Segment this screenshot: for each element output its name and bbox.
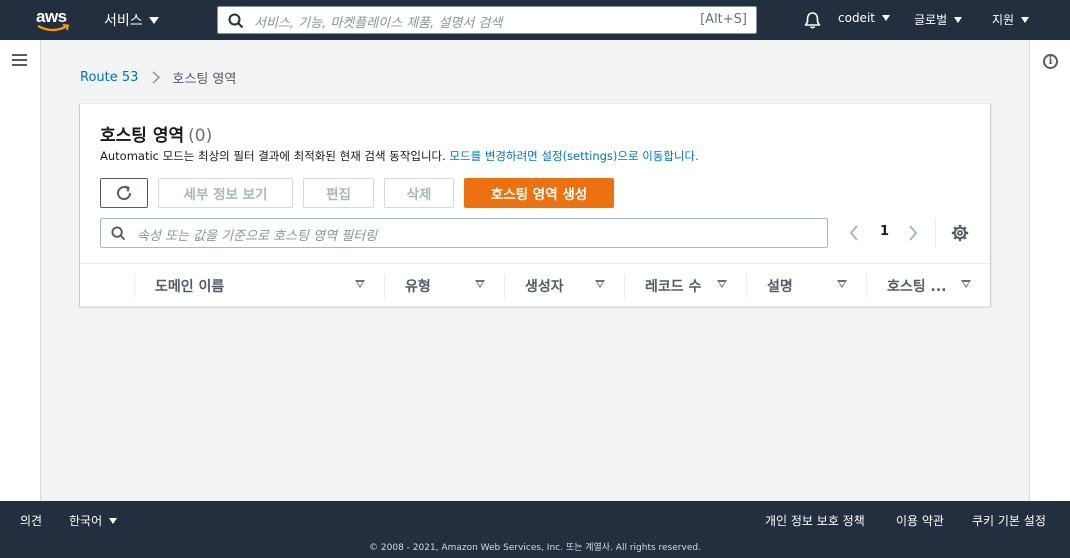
panel-description: Automatic 모드는 최상의 필터 결과에 최적화된 현재 검색 동작입니… (100, 148, 699, 164)
aws-logo[interactable]: aws (36, 8, 76, 34)
left-navigation-rail (0, 40, 41, 501)
chevron-right-icon (152, 71, 161, 84)
sort-icon (355, 280, 365, 288)
column-label: 도메인 이름 (155, 279, 225, 295)
filter-placeholder: 속성 또는 값을 기준으로 호스팅 영역 필터링 (137, 229, 378, 244)
hosted-zones-panel: 호스팅 영역 (0) Automatic 모드는 최상의 필터 결과에 최적화된 … (80, 103, 990, 307)
terms-link[interactable]: 이용 약관 (896, 512, 944, 529)
search-shortcut: [Alt+S] (700, 12, 747, 27)
services-label: 서비스 (104, 13, 143, 29)
column-header-type[interactable]: 유형 (384, 264, 504, 306)
caret-down-icon (148, 16, 159, 24)
edit-button[interactable]: 편집 (303, 178, 374, 208)
column-header-record-count[interactable]: 레코드 수 (624, 264, 746, 306)
sort-icon (475, 280, 485, 288)
page-title: 호스팅 영역 (0) (100, 121, 212, 146)
support-menu[interactable]: 지원 (992, 11, 1030, 28)
refresh-icon (117, 185, 132, 201)
breadcrumb-current: 호스팅 영역 (172, 72, 237, 87)
hosted-zone-filter-input[interactable]: 속성 또는 값을 기준으로 호스팅 영역 필터링 (100, 218, 828, 248)
column-header-hosted-zone[interactable]: 호스팅 ... (866, 264, 990, 306)
gear-icon[interactable] (951, 224, 969, 242)
right-tools-rail: i (1029, 40, 1070, 501)
search-placeholder: 서비스, 기능, 마켓플레이스 제품, 설명서 검색 (254, 16, 503, 31)
global-search-input[interactable]: 서비스, 기능, 마켓플레이스 제품, 설명서 검색 [Alt+S] (217, 6, 757, 34)
cookie-preferences-link[interactable]: 쿠키 기본 설정 (972, 512, 1046, 529)
notification-bell-icon[interactable] (804, 11, 821, 29)
column-label: 레코드 수 (645, 279, 702, 295)
column-divider (624, 274, 625, 298)
info-icon[interactable]: i (1043, 54, 1058, 69)
breadcrumb: Route 53 호스팅 영역 (80, 68, 236, 87)
sort-icon (595, 280, 605, 288)
column-label: 호스팅 ... (887, 279, 947, 295)
refresh-button[interactable] (100, 178, 148, 208)
column-divider (134, 274, 135, 298)
region-label: 글로벌 (914, 13, 948, 27)
delete-button[interactable]: 삭제 (384, 178, 454, 208)
column-divider (746, 274, 747, 298)
caret-down-icon (954, 16, 963, 23)
column-label: 유형 (405, 279, 431, 295)
feedback-link[interactable]: 의견 (20, 512, 42, 529)
caret-down-icon (109, 517, 118, 524)
breadcrumb-route53-link[interactable]: Route 53 (80, 70, 138, 85)
sort-icon (837, 280, 847, 288)
item-count: (0) (188, 126, 213, 146)
panel-title: 호스팅 영역 (100, 126, 185, 146)
next-page-icon[interactable] (908, 225, 918, 241)
description-text: Automatic 모드는 최상의 필터 결과에 최적화된 현재 검색 동작입니… (100, 149, 450, 163)
top-navigation: aws 서비스 서비스, 기능, 마켓플레이스 제품, 설명서 검색 [Alt+… (0, 0, 1070, 40)
caret-down-icon (1021, 16, 1030, 23)
aws-logo-text: aws (36, 7, 67, 26)
column-header-created-by[interactable]: 생성자 (504, 264, 624, 306)
column-divider (504, 274, 505, 298)
sort-icon (717, 280, 727, 288)
current-page-number[interactable]: 1 (880, 224, 889, 239)
menu-icon[interactable] (12, 54, 27, 67)
column-divider (866, 274, 867, 298)
account-name: codeit (838, 11, 875, 25)
caret-down-icon (881, 15, 890, 21)
create-hosted-zone-button[interactable]: 호스팅 영역 생성 (464, 178, 614, 208)
aws-smile-icon (37, 24, 70, 32)
language-label: 한국어 (69, 514, 103, 528)
account-menu[interactable]: codeit (838, 11, 890, 25)
search-icon (111, 226, 126, 241)
language-selector[interactable]: 한국어 (69, 512, 118, 529)
copyright-text: © 2008 - 2021, Amazon Web Services, Inc.… (369, 543, 701, 553)
support-label: 지원 (992, 13, 1015, 27)
pager-divider (935, 218, 936, 248)
column-header-description[interactable]: 설명 (746, 264, 866, 306)
column-label: 설명 (767, 279, 793, 295)
column-label: 생성자 (525, 279, 564, 295)
view-details-button[interactable]: 세부 정보 보기 (158, 178, 293, 208)
sort-icon (961, 280, 971, 288)
services-menu[interactable]: 서비스 (104, 10, 159, 30)
table-header: 도메인 이름 유형 생성자 레코드 수 설명 호스팅 ... (80, 263, 990, 307)
region-menu[interactable]: 글로벌 (914, 11, 963, 28)
footer: 의견 한국어 개인 정보 보호 정책 이용 약관 쿠키 기본 설정 © 2008… (0, 501, 1070, 558)
column-divider (384, 274, 385, 298)
search-icon (228, 13, 244, 29)
column-header-domain-name[interactable]: 도메인 이름 (134, 264, 384, 306)
previous-page-icon[interactable] (849, 225, 859, 241)
settings-link[interactable]: 모드를 변경하려면 설정(settings)으로 이동합니다. (449, 149, 698, 163)
privacy-policy-link[interactable]: 개인 정보 보호 정책 (765, 512, 865, 529)
